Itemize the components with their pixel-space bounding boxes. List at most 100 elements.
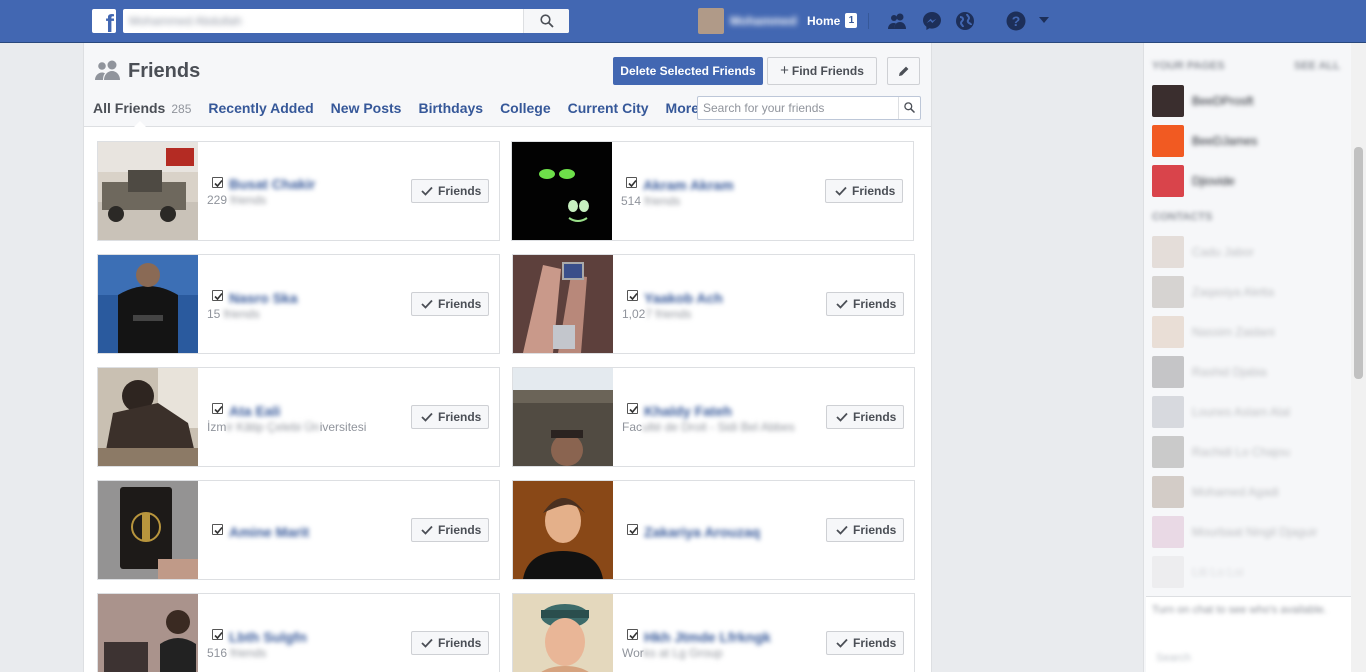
friends-status-label: Friends [438,184,482,198]
contact-avatar [1152,276,1184,308]
friends-status-button[interactable]: Friends [411,179,489,203]
checkmark-icon [629,631,638,640]
friend-checkbox[interactable] [626,177,637,188]
friend-photo[interactable] [513,481,613,579]
friend-checkbox[interactable] [627,524,638,535]
friends-status-button[interactable]: Friends [825,179,903,203]
contact-item[interactable]: Rashid Djabia [1152,356,1342,388]
contact-item[interactable]: Mohamed Agadi [1152,476,1342,508]
friend-name[interactable]: Akram Akram [643,177,734,193]
friends-status-button[interactable]: Friends [826,518,904,542]
chat-search-input[interactable]: Search [1156,652,1191,664]
friend-photo[interactable] [98,481,198,579]
global-search-box[interactable]: Mohammed Abdullah [123,9,569,33]
page-title: Friends [128,60,201,82]
friend-checkbox[interactable] [212,290,223,301]
contact-item[interactable]: Zaqasiya Aletta [1152,276,1342,308]
friend-photo[interactable] [98,368,198,466]
meta-hidden: friends [223,307,260,321]
friends-status-button[interactable]: Friends [411,631,489,655]
friend-photo[interactable] [513,594,613,672]
chat-availability-text[interactable]: Turn on chat to see who's available. [1152,603,1342,618]
scrollbar[interactable] [1351,43,1366,672]
friend-name[interactable]: Zakariya Arouzaq [644,524,760,540]
page-item[interactable]: Djiovide [1152,165,1342,197]
contact-item[interactable]: Lounes Aslam Alal [1152,396,1342,428]
friends-header: Friends Delete Selected Friends + Find Fr… [84,43,931,127]
tab-birthdays[interactable]: Birthdays [418,100,483,116]
friend-requests-icon[interactable] [887,11,907,31]
tab-all-friends[interactable]: All Friends 285 [93,100,191,116]
friend-name[interactable]: Lbth Sulgfn [229,629,307,645]
contact-item[interactable]: Rachidi Lo Chajou [1152,436,1342,468]
friend-name[interactable]: Amine Marit [229,524,309,540]
friend-photo[interactable] [513,255,613,353]
your-pages-heading: YOUR PAGES [1152,60,1225,72]
friend-name[interactable]: Khaldy Fateh [644,403,732,419]
checkmark-icon [836,412,848,422]
scrollbar-thumb[interactable] [1354,147,1363,379]
friend-card: Khaldy Fateh Faculté de Droit - Sidi Bel… [512,367,915,467]
tab-college[interactable]: College [500,100,551,116]
tab-current-city[interactable]: Current City [568,100,649,116]
contact-item[interactable]: Mourbaat Ningil Djaguir [1152,516,1342,548]
checkmark-icon [629,405,638,414]
contact-avatar [1152,316,1184,348]
friend-name[interactable]: Hkh Jtmde Lfrkngk [644,629,771,645]
contact-name: Rashid Djabia [1192,365,1267,379]
friends-status-button[interactable]: Friends [826,405,904,429]
account-menu-chevron-down-icon[interactable] [1037,15,1051,25]
friends-status-button[interactable]: Friends [411,292,489,316]
friend-card: Zakariya Arouzaq Friends [512,480,915,580]
friend-checkbox[interactable] [212,177,223,188]
friends-status-label: Friends [853,523,897,537]
friend-name[interactable]: Yaakob Ach [644,290,723,306]
friends-status-button[interactable]: Friends [411,518,489,542]
help-icon[interactable]: ? [1006,11,1026,31]
contact-name: Cadu Jabor [1192,245,1255,259]
friend-checkbox[interactable] [627,629,638,640]
page-item[interactable]: BeeDProsft [1152,85,1342,117]
friend-checkbox[interactable] [212,403,223,414]
delete-selected-friends-button[interactable]: Delete Selected Friends [613,57,763,85]
facebook-logo-icon[interactable]: f [92,9,116,33]
notifications-globe-icon[interactable] [955,11,975,31]
friend-photo[interactable] [98,594,198,672]
friend-photo[interactable] [98,142,198,240]
contact-item[interactable]: Liti Lo Loi [1152,556,1342,588]
checkmark-icon [835,186,847,196]
friend-name[interactable]: Busat Chakir [229,176,315,192]
meta-tail: iversitesi [319,420,367,434]
messenger-icon[interactable] [922,11,942,31]
global-search-button[interactable] [523,9,569,33]
friends-status-label: Friends [853,410,897,424]
friend-checkbox[interactable] [627,403,638,414]
contact-item[interactable]: Cadu Jabor [1152,236,1342,268]
friend-photo[interactable] [512,142,612,240]
friends-status-button[interactable]: Friends [411,405,489,429]
friend-photo[interactable] [513,368,613,466]
friend-search-button[interactable] [898,97,920,119]
friends-status-label: Friends [853,297,897,311]
tab-new-posts[interactable]: New Posts [331,100,402,116]
tab-more[interactable]: More [666,100,699,116]
friend-name[interactable]: Ata Eali [229,403,280,419]
contact-item[interactable]: Nassim Zaidani [1152,316,1342,348]
friend-name[interactable]: Nasro Ska [229,290,297,306]
friend-checkbox[interactable] [627,290,638,301]
see-all-link[interactable]: SEE ALL [1294,60,1340,72]
profile-link[interactable]: Mohammed [698,8,797,34]
friend-checkbox[interactable] [212,629,223,640]
friends-status-button[interactable]: Friends [826,292,904,316]
friend-checkbox[interactable] [212,524,223,535]
global-search-input[interactable]: Mohammed Abdullah [129,14,242,28]
friend-photo[interactable] [98,255,198,353]
edit-button[interactable] [887,57,920,85]
friends-status-button[interactable]: Friends [826,631,904,655]
home-link[interactable]: Home 1 [807,13,858,28]
page-item[interactable]: BeeDJames [1152,125,1342,157]
friend-search-box[interactable] [697,96,921,120]
find-friends-button[interactable]: + Find Friends [767,57,877,85]
tab-recently-added[interactable]: Recently Added [208,100,313,116]
friend-search-input[interactable] [698,97,898,119]
